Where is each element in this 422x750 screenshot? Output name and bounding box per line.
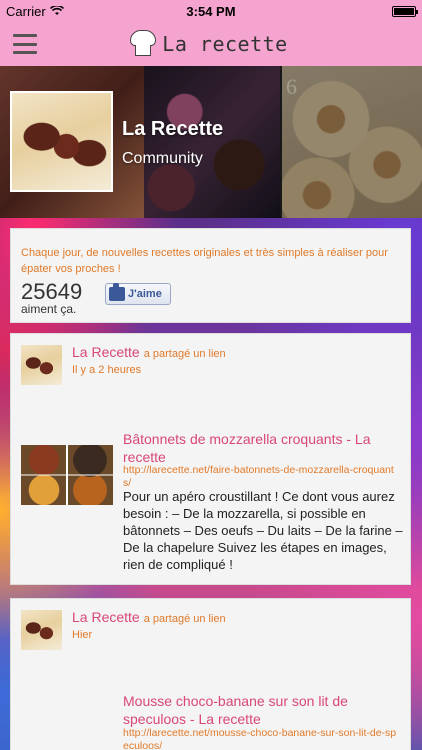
page-title: La Recette bbox=[122, 118, 224, 140]
post-author[interactable]: La Recette bbox=[72, 344, 140, 360]
post-author-line[interactable]: La Recette a partagé un lien bbox=[72, 344, 226, 360]
carrier-label: Carrier bbox=[6, 3, 46, 19]
post-action: a partagé un lien bbox=[143, 348, 226, 360]
link-title[interactable]: Mousse choco-banane sur son lit de specu… bbox=[123, 692, 398, 728]
post-action: a partagé un lien bbox=[143, 613, 226, 625]
link-thumbnail[interactable] bbox=[21, 445, 113, 505]
link-url[interactable]: http://larecette.net/faire-batonnets-de-… bbox=[123, 464, 398, 490]
page-header: 6 La Recette Community bbox=[0, 66, 422, 218]
about-description: Chaque jour, de nouvelles recettes origi… bbox=[21, 247, 388, 275]
menu-icon[interactable] bbox=[13, 34, 37, 54]
battery-icon bbox=[392, 5, 418, 17]
link-url[interactable]: http://larecette.net/mousse-choco-banane… bbox=[123, 727, 398, 750]
thumbs-up-icon bbox=[109, 283, 125, 301]
about-card: Chaque jour, de nouvelles recettes origi… bbox=[10, 228, 411, 323]
like-button[interactable]: J'aime bbox=[105, 283, 171, 305]
post-time: Hier bbox=[72, 629, 93, 641]
status-bar: Carrier 3:54 PM bbox=[0, 0, 422, 22]
nav-bar: La recette bbox=[0, 22, 422, 66]
like-count-label: aiment ça. bbox=[21, 302, 77, 316]
wifi-icon bbox=[49, 6, 64, 15]
post-time: Il y a 2 heures bbox=[72, 364, 142, 376]
feed-post[interactable]: La Recette a partagé un lien Il y a 2 heu… bbox=[10, 333, 411, 585]
author-avatar[interactable] bbox=[21, 610, 62, 650]
feed-post[interactable]: La Recette a partagé un lien Hier Mousse … bbox=[10, 598, 411, 750]
link-title[interactable]: Bâtonnets de mozzarella croquants - La r… bbox=[123, 430, 398, 466]
app-title: La recette bbox=[162, 32, 288, 56]
post-author-line[interactable]: La Recette a partagé un lien bbox=[72, 609, 226, 625]
author-avatar[interactable] bbox=[21, 345, 62, 385]
app-logo: La recette bbox=[130, 30, 287, 58]
post-author[interactable]: La Recette bbox=[72, 609, 140, 625]
chef-hat-icon bbox=[130, 30, 157, 58]
like-button-label: J'aime bbox=[128, 288, 162, 300]
page-avatar[interactable] bbox=[10, 91, 113, 192]
page-subtitle: Community bbox=[122, 150, 203, 167]
link-description: Pour un apéro croustillant ! Ce dont vou… bbox=[123, 489, 403, 572]
